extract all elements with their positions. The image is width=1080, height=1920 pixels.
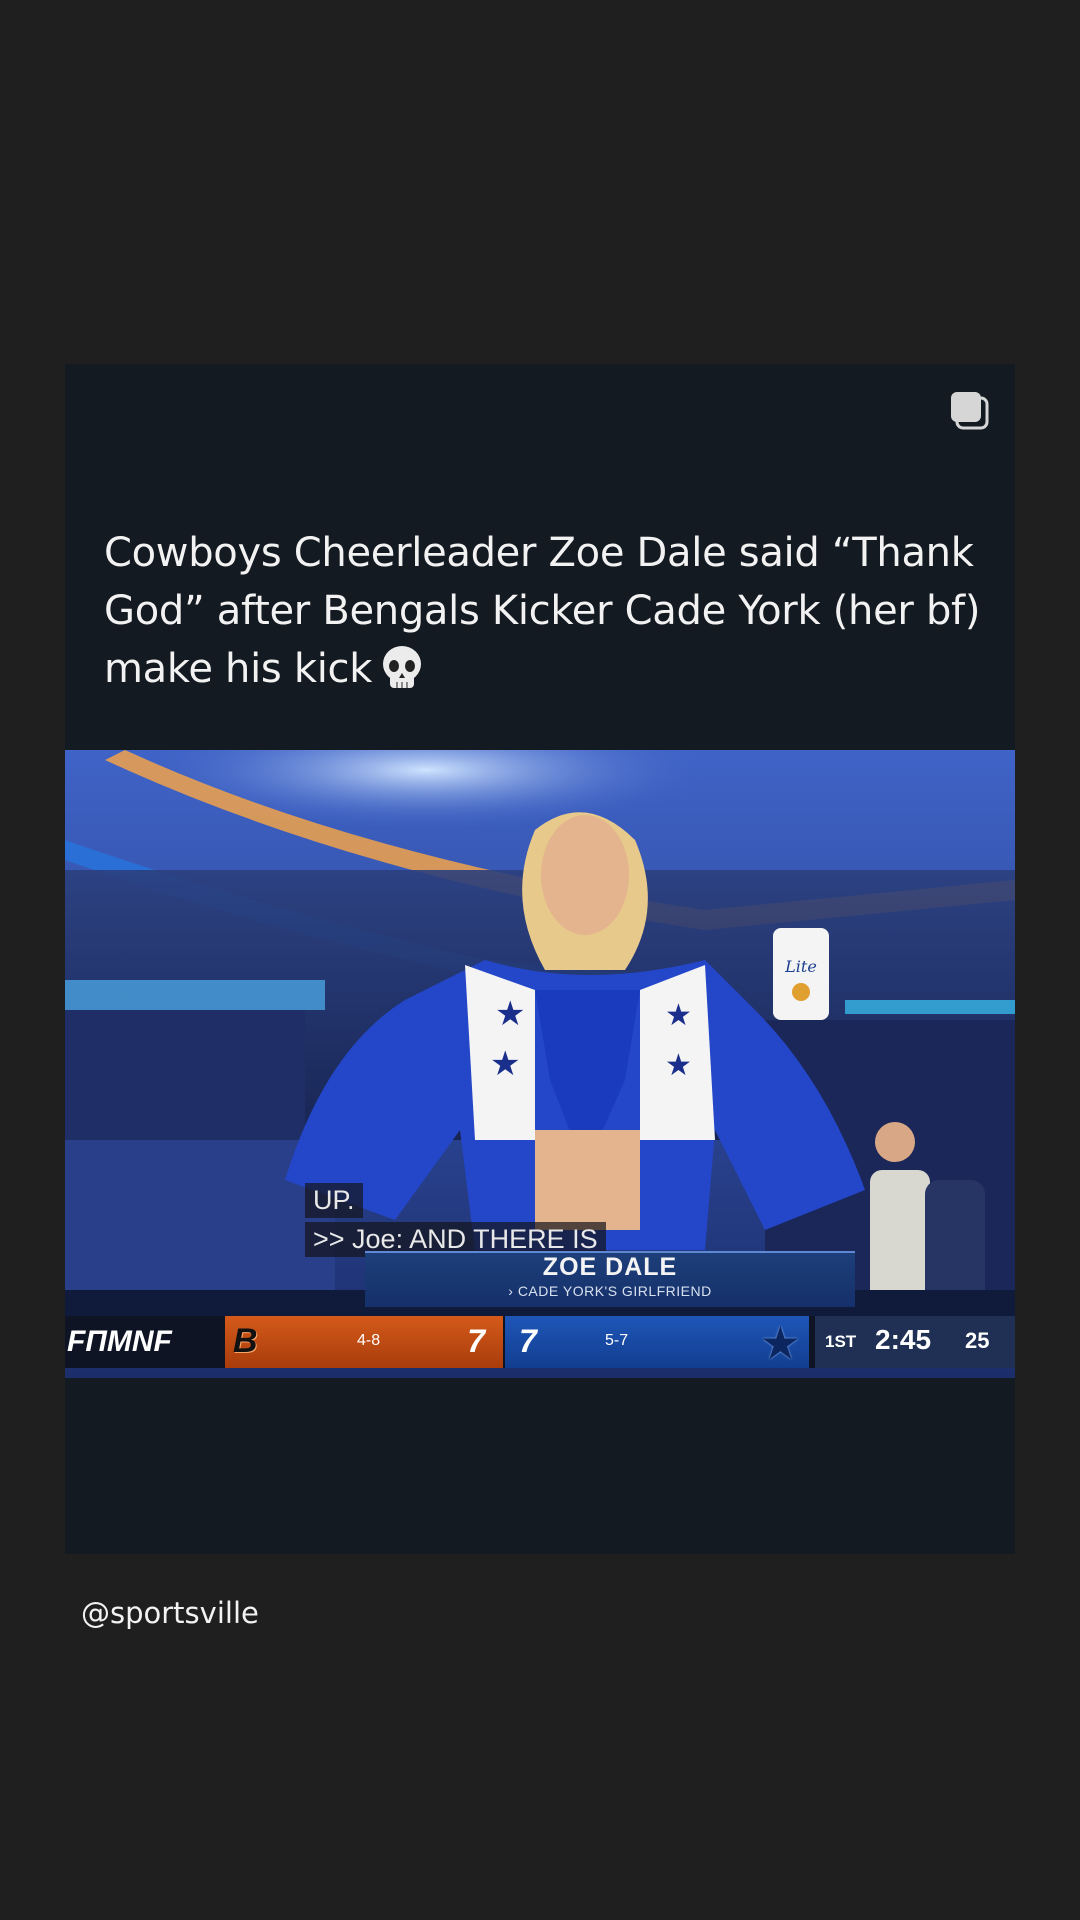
away-team-panel: B 4-8 7	[225, 1316, 503, 1368]
post-caption: Cowboys Cheerleader Zoe Dale said “Thank…	[104, 524, 984, 698]
home-record: 5-7	[605, 1332, 629, 1349]
svg-text:★: ★	[665, 1049, 692, 1082]
home-team-panel: 7 5-7 ★	[505, 1316, 809, 1369]
home-score: 7	[519, 1323, 537, 1359]
video-frame[interactable]: Lite ★ ★ ★ ★ UP. >> Joe: AND THERE IS ZO…	[65, 750, 1015, 1378]
svg-text:★: ★	[665, 999, 692, 1032]
play-clock: 25	[965, 1328, 990, 1353]
away-record: 4-8	[357, 1332, 381, 1349]
svg-text:★: ★	[490, 1045, 520, 1083]
scorebug: FΠMNF B 4-8 7 7 5-7 ★ 1ST 2:45 25	[65, 1316, 1015, 1369]
game-clock: 2:45	[875, 1324, 932, 1355]
cowboys-star-icon: ★	[759, 1317, 801, 1369]
name-banner: ZOE DALE › CADE YORK'S GIRLFRIEND	[365, 1251, 855, 1307]
svg-text:★: ★	[495, 995, 525, 1033]
away-score: 7	[467, 1323, 485, 1359]
username[interactable]: @sportsville	[81, 1596, 259, 1630]
closed-caption-line-1: UP.	[305, 1183, 363, 1218]
quarter: 1ST	[825, 1332, 857, 1351]
multiple-images-icon	[949, 390, 989, 430]
skull-icon	[380, 644, 424, 692]
banner-name: ZOE DALE	[542, 1253, 678, 1281]
bengals-logo: B	[233, 1322, 258, 1360]
game-clock-panel: 1ST 2:45 25	[815, 1316, 1015, 1368]
caption-text: Cowboys Cheerleader Zoe Dale said “Thank…	[104, 530, 981, 692]
post-card[interactable]: Cowboys Cheerleader Zoe Dale said “Thank…	[65, 364, 1015, 1554]
banner-subtitle: › CADE YORK'S GIRLFRIEND	[508, 1283, 712, 1299]
stadium-sign-text: Lite	[784, 957, 817, 976]
network-logo: FΠMNF	[67, 1325, 172, 1358]
